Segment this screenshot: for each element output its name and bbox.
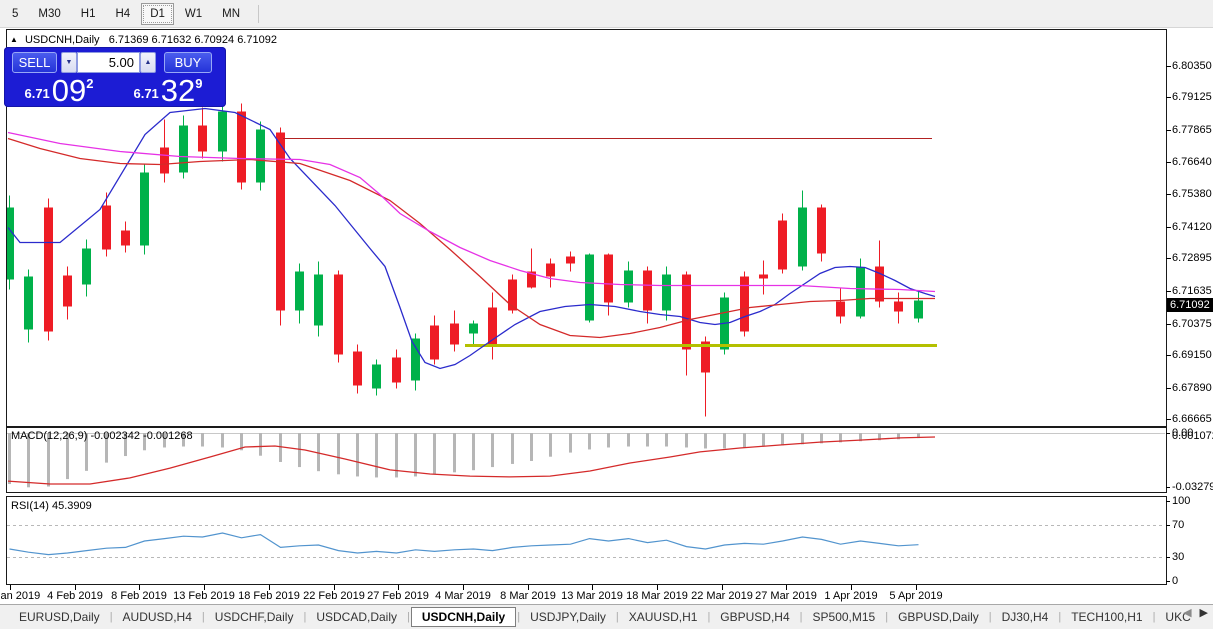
- chevron-up-icon: ▲: [145, 59, 152, 66]
- price-axis-label: 6.76640: [1172, 156, 1212, 168]
- tab-usdcad-daily[interactable]: USDCAD,Daily: [307, 608, 406, 626]
- price-axis-label: 6.72895: [1172, 252, 1212, 264]
- timeframe-button-h1[interactable]: H1: [72, 3, 105, 25]
- tab-usdchf-daily[interactable]: USDCHF,Daily: [206, 608, 303, 626]
- rsi-axis-label: 0: [1172, 575, 1212, 587]
- price-axis-label: 6.69150: [1172, 349, 1212, 361]
- sell-price-sup: 2: [86, 77, 93, 90]
- sell-button[interactable]: SELL: [12, 52, 57, 73]
- tab-dj30-h4[interactable]: DJ30,H4: [993, 608, 1058, 626]
- chart-tabbar: EURUSD,Daily|AUDUSD,H4|USDCHF,Daily|USDC…: [0, 604, 1213, 629]
- macd-axis-label: -0.032799: [1172, 481, 1212, 493]
- tab-scroll-left-icon[interactable]: ◀: [1183, 606, 1191, 619]
- timeframe-button-w1[interactable]: W1: [176, 3, 211, 25]
- tab-audusd-h4[interactable]: AUDUSD,H4: [114, 608, 201, 626]
- sell-price-tile[interactable]: 6.71 09 2: [7, 76, 111, 105]
- rsi-panel[interactable]: [6, 496, 1167, 585]
- volume-input[interactable]: [77, 52, 140, 73]
- macd-label: MACD(12,26,9) -0.002342 -0.001268: [11, 430, 193, 442]
- tab-sp500-m15[interactable]: SP500,M15: [804, 608, 885, 626]
- price-axis-label: 6.77865: [1172, 124, 1212, 136]
- collapse-triangle-icon[interactable]: ▲: [10, 35, 18, 44]
- sell-price-big: 09: [52, 76, 86, 105]
- price-axis-label: 6.67890: [1172, 382, 1212, 394]
- price-axis-label: 6.70375: [1172, 318, 1212, 330]
- timeframe-button-m30[interactable]: M30: [29, 3, 69, 25]
- price-axis-label: 6.71635: [1172, 285, 1212, 297]
- trading-app-window: 5M30H1H4D1W1MN ▲ USDCNH,Daily 6.71369 6.…: [0, 0, 1213, 629]
- price-axis-label: 6.79125: [1172, 91, 1212, 103]
- timeframe-button-h4[interactable]: H4: [106, 3, 139, 25]
- one-click-trading-panel: SELL ▼ ▲ BUY 6.71 09 2 6.71 32 9: [4, 47, 226, 107]
- sell-price-prefix: 6.71: [24, 83, 49, 105]
- tab-gbpusd-daily[interactable]: GBPUSD,Daily: [889, 608, 988, 626]
- tab-scroll-right-icon[interactable]: ▶: [1200, 606, 1208, 619]
- tab-usdcnh-daily[interactable]: USDCNH,Daily: [411, 607, 516, 627]
- price-axis-label: 6.75380: [1172, 188, 1212, 200]
- current-price-badge: 6.71092: [1167, 298, 1213, 312]
- price-axis-label: 6.74120: [1172, 221, 1212, 233]
- chart-symbol-label: USDCNH,Daily: [25, 34, 100, 46]
- date-axis-label: 5 Apr 2019: [876, 590, 956, 602]
- price-axis-label: 6.66665: [1172, 413, 1212, 425]
- buy-price-sup: 9: [195, 77, 202, 90]
- rsi-axis-label: 100: [1172, 495, 1212, 507]
- buy-button[interactable]: BUY: [164, 52, 212, 73]
- chevron-down-icon: ▼: [66, 59, 73, 66]
- trade-panel-controls: SELL ▼ ▲ BUY: [4, 52, 226, 73]
- timeframe-button-mn[interactable]: MN: [213, 3, 249, 25]
- tabbar-scroll-arrows: ◀ ▶: [1183, 606, 1208, 619]
- timeframe-toolbar: 5M30H1H4D1W1MN: [0, 0, 1213, 28]
- chart-ohlc-values: 6.71369 6.71632 6.70924 6.71092: [109, 34, 277, 46]
- toolbar-separator: [258, 5, 259, 23]
- tab-eurusd-daily[interactable]: EURUSD,Daily: [10, 608, 109, 626]
- buy-price-tile[interactable]: 6.71 32 9: [116, 76, 220, 105]
- rsi-axis-label: 30: [1172, 551, 1212, 563]
- chart-title: ▲ USDCNH,Daily 6.71369 6.71632 6.70924 6…: [10, 34, 277, 46]
- rsi-label: RSI(14) 45.3909: [11, 500, 92, 512]
- timeframe-button-d1[interactable]: D1: [141, 3, 174, 25]
- buy-price-prefix: 6.71: [133, 83, 158, 105]
- tab-tech100-h1[interactable]: TECH100,H1: [1062, 608, 1151, 626]
- timeframe-button-5[interactable]: 5: [3, 3, 27, 25]
- buy-price-big: 32: [161, 76, 195, 105]
- tab-gbpusd-h4[interactable]: GBPUSD,H4: [711, 608, 798, 626]
- rsi-axis-label: 70: [1172, 519, 1212, 531]
- volume-increase-button[interactable]: ▲: [140, 52, 156, 73]
- tab-usdjpy-daily[interactable]: USDJPY,Daily: [521, 608, 615, 626]
- macd-axis-label: 0.001072: [1172, 430, 1212, 442]
- price-axis-label: 6.80350: [1172, 60, 1212, 72]
- volume-decrease-button[interactable]: ▼: [61, 52, 77, 73]
- tab-xauusd-h1[interactable]: XAUUSD,H1: [620, 608, 707, 626]
